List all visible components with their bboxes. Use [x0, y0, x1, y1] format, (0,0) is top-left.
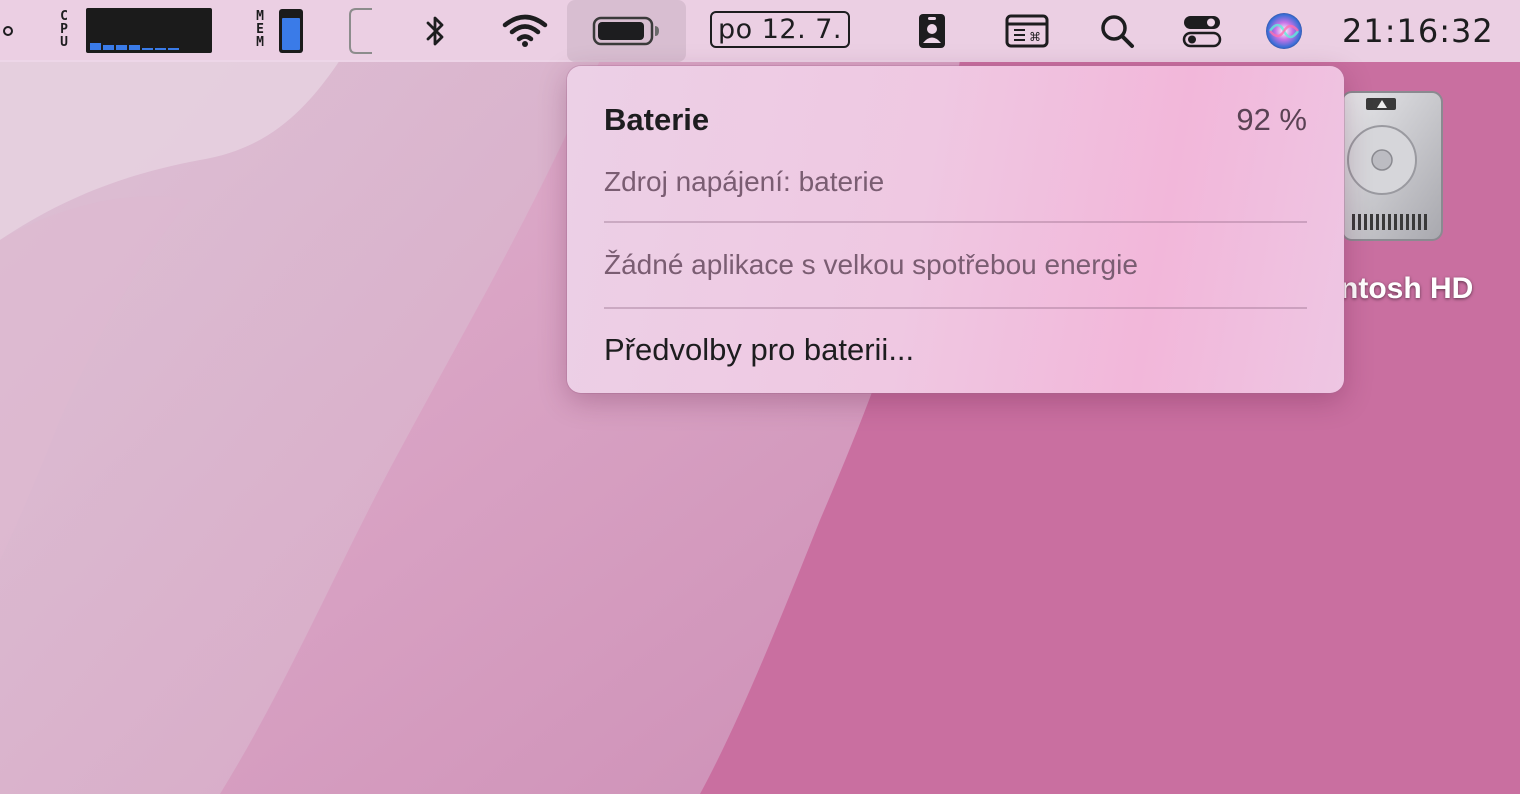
hard-drive-icon[interactable] — [1336, 88, 1446, 248]
mem-label: MEM — [256, 9, 264, 50]
menubar-dot-icon[interactable] — [0, 0, 16, 62]
power-source-text: Zdroj napájení: baterie — [604, 166, 885, 197]
battery-popover: Baterie 92 % Zdroj napájení: baterie Žád… — [567, 66, 1344, 393]
cpu-graph — [86, 8, 212, 53]
battery-menu-item[interactable] — [567, 0, 686, 62]
menubar-clock[interactable]: 21:16:32 — [1342, 0, 1493, 62]
memory-gauge — [279, 9, 303, 53]
cpu-graph-bar — [168, 48, 179, 50]
cpu-graph-bar — [116, 45, 127, 50]
notch-edge-icon — [340, 0, 380, 62]
battery-preferences-menu-item[interactable]: Předvolby pro baterii... — [604, 332, 914, 368]
cpu-graph-bar — [103, 45, 114, 50]
cpu-label: CPU — [60, 9, 68, 50]
separator — [604, 307, 1307, 309]
memory-monitor[interactable]: MEM — [250, 0, 310, 62]
battery-icon — [567, 0, 686, 62]
cpu-graph-bar — [90, 43, 101, 50]
bluetooth-icon[interactable] — [415, 0, 455, 62]
cpu-monitor[interactable]: CPU — [56, 0, 216, 62]
cpu-graph-bar — [129, 45, 140, 50]
separator — [604, 221, 1307, 223]
energy-apps-text: Žádné aplikace s velkou spotřebou energi… — [604, 249, 1138, 280]
menu-bar: CPU MEM po 12. 7. ⌘ 21:16:32 — [0, 0, 1520, 62]
memory-gauge-fill — [282, 18, 300, 50]
control-center-icon[interactable] — [1180, 0, 1224, 62]
siri-icon[interactable] — [1262, 0, 1306, 62]
battery-percentage: 92 % — [1236, 102, 1307, 137]
keyboard-shortcut-icon[interactable]: ⌘ — [1003, 0, 1051, 62]
cpu-graph-bar — [142, 48, 153, 50]
disk-label[interactable]: ntosh HD — [1340, 272, 1473, 306]
svg-text:⌘: ⌘ — [1029, 30, 1041, 44]
date-display[interactable]: po 12. 7. — [710, 11, 850, 48]
popover-title: Baterie — [604, 102, 710, 137]
search-icon[interactable] — [1096, 0, 1138, 62]
wifi-icon[interactable] — [500, 0, 550, 62]
cpu-graph-bar — [155, 48, 166, 50]
contacts-card-icon[interactable] — [912, 0, 952, 62]
